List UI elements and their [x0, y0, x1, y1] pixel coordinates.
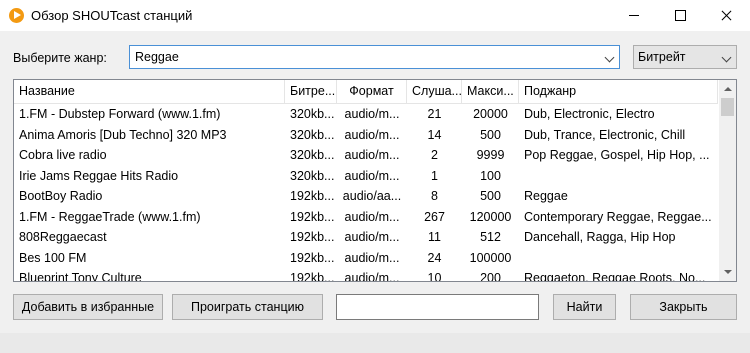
cell-format: audio/m... — [344, 148, 400, 162]
cell-max: 20000 — [473, 107, 508, 121]
table-row[interactable]: Cobra live radio 320kb... audio/m... 2 9999 P… — [14, 145, 718, 166]
cell-bitrate: 192kb... — [290, 189, 335, 203]
column-header-listeners[interactable]: Слуша... — [407, 80, 462, 103]
find-button[interactable]: Найти — [553, 294, 616, 320]
cell-subgenre: Contemporary Reggae, Reggae... — [524, 209, 712, 224]
sort-select[interactable]: Битрейт — [633, 45, 737, 69]
cell-max: 500 — [480, 189, 501, 203]
cell-max: 500 — [480, 127, 501, 142]
cell-format: audio/m... — [344, 271, 400, 282]
chevron-down-icon[interactable] — [604, 52, 615, 63]
cell-name: 1.FM - ReggaeTrade (www.1.fm) — [19, 209, 201, 224]
cell-listeners: 2 — [431, 148, 438, 162]
search-input[interactable] — [336, 294, 539, 320]
chevron-down-icon[interactable] — [721, 52, 732, 63]
cell-format: audio/m... — [344, 209, 400, 224]
scroll-down-icon[interactable] — [719, 264, 736, 281]
cell-format: audio/m... — [344, 250, 400, 265]
column-header-name[interactable]: Название — [14, 80, 285, 103]
cell-bitrate: 320kb... — [290, 148, 335, 162]
cell-name: Blueprint Tony Culture — [19, 271, 142, 282]
cell-name: Cobra live radio — [19, 148, 107, 162]
table-row[interactable]: Irie Jams Reggae Hits Radio 320kb... audio… — [14, 166, 718, 187]
cell-listeners: 21 — [427, 107, 442, 121]
cell-format: audio/aa... — [342, 189, 402, 203]
close-button[interactable]: Закрыть — [630, 294, 737, 320]
cell-max: 9999 — [476, 148, 505, 162]
cell-listeners: 1 — [431, 168, 438, 183]
column-header-format[interactable]: Формат — [337, 80, 407, 103]
cell-subgenre: Reggae — [524, 189, 568, 203]
cell-bitrate: 192kb... — [290, 271, 335, 282]
table-row[interactable]: 808Reggaecast 192kb... audio/m... 11 512 Danc… — [14, 227, 718, 248]
table-row[interactable]: 1.FM - Dubstep Forward (www.1.fm) 320kb..… — [14, 104, 718, 125]
cell-subgenre: Dub, Electronic, Electro — [524, 107, 655, 121]
table-row[interactable]: Blueprint Tony Culture 192kb... audio/m...… — [14, 268, 718, 282]
stations-table[interactable]: Название Битре... Формат Слуша... Макси.… — [13, 79, 737, 282]
scroll-up-icon[interactable] — [719, 80, 736, 97]
cell-name: Anima Amoris [Dub Techno] 320 MP3 — [19, 127, 227, 142]
cell-format: audio/m... — [344, 107, 400, 121]
cell-format: audio/m... — [344, 127, 400, 142]
table-row[interactable]: Anima Amoris [Dub Techno] 320 MP3 320kb..… — [14, 125, 718, 146]
table-row[interactable]: BootBoy Radio 192kb... audio/aa... 8 500 Regg… — [14, 186, 718, 207]
shoutcast-play-icon — [9, 8, 24, 23]
table-row[interactable]: 1.FM - ReggaeTrade (www.1.fm) 192kb... aud… — [14, 207, 718, 228]
cell-subgenre — [519, 166, 718, 186]
cell-max: 120000 — [469, 209, 512, 224]
cell-listeners: 10 — [427, 271, 442, 282]
table-body: 1.FM - Dubstep Forward (www.1.fm) 320kb..… — [14, 104, 718, 282]
table-row[interactable]: Bes 100 FM 192kb... audio/m... 24 100000 — [14, 248, 718, 269]
status-strip — [0, 333, 750, 353]
cell-name: Bes 100 FM — [19, 250, 87, 265]
column-header-bitrate[interactable]: Битре... — [285, 80, 337, 103]
scrollbar-thumb[interactable] — [721, 98, 734, 116]
cell-max: 512 — [480, 230, 501, 244]
cell-name: BootBoy Radio — [19, 189, 103, 203]
close-icon[interactable] — [703, 0, 749, 31]
cell-subgenre: Reggaeton, Reggae Roots, No... — [524, 271, 706, 282]
table-header: Название Битре... Формат Слуша... Макси.… — [14, 80, 718, 104]
column-header-max[interactable]: Макси... — [462, 80, 519, 103]
play-station-button[interactable]: Проиграть станцию — [172, 294, 323, 320]
cell-bitrate: 320kb... — [290, 107, 335, 121]
add-to-favorites-button[interactable]: Добавить в избранные — [13, 294, 163, 320]
cell-listeners: 11 — [428, 230, 441, 244]
maximize-icon[interactable] — [657, 0, 703, 31]
cell-subgenre: Pop Reggae, Gospel, Hip Hop, ... — [524, 148, 710, 162]
cell-name: Irie Jams Reggae Hits Radio — [19, 168, 179, 183]
cell-listeners: 8 — [431, 189, 438, 203]
cell-subgenre: Dub, Trance, Electronic, Chill — [524, 127, 686, 142]
genre-select-value: Reggae — [135, 50, 179, 64]
cell-max: 100000 — [469, 250, 512, 265]
genre-select[interactable]: Reggae — [129, 45, 620, 69]
cell-subgenre: Dancehall, Ragga, Hip Hop — [524, 230, 676, 244]
cell-bitrate: 192kb... — [290, 209, 335, 224]
genre-label: Выберите жанр: — [13, 51, 107, 65]
cell-bitrate: 192kb... — [290, 250, 335, 265]
cell-listeners: 24 — [427, 250, 442, 265]
minimize-icon[interactable] — [611, 0, 657, 31]
cell-bitrate: 320kb... — [290, 127, 335, 142]
cell-max: 200 — [480, 271, 501, 282]
title-bar: Обзор SHOUTcast станций — [0, 0, 750, 31]
column-header-subgenre[interactable]: Поджанр — [519, 80, 718, 103]
vertical-scrollbar[interactable] — [719, 80, 736, 281]
cell-format: audio/m... — [344, 168, 400, 183]
cell-listeners: 267 — [424, 209, 445, 224]
cell-format: audio/m... — [344, 230, 400, 244]
sort-select-value: Битрейт — [638, 50, 686, 64]
cell-name: 808Reggaecast — [19, 230, 107, 244]
cell-subgenre — [519, 248, 718, 268]
cell-bitrate: 320kb... — [290, 168, 335, 183]
cell-name: 1.FM - Dubstep Forward (www.1.fm) — [19, 107, 221, 121]
window-title: Обзор SHOUTcast станций — [31, 8, 193, 23]
cell-max: 100 — [480, 168, 501, 183]
cell-listeners: 14 — [427, 127, 442, 142]
cell-bitrate: 192kb... — [290, 230, 335, 244]
